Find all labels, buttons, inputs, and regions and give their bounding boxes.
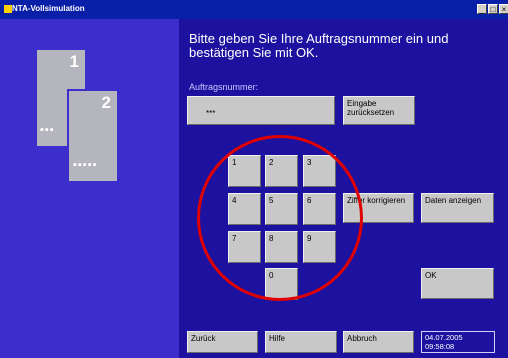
card-number: 1: [69, 52, 79, 71]
maximize-button[interactable]: □: [488, 4, 498, 14]
keypad-6[interactable]: 6: [303, 193, 336, 225]
reset-input-button[interactable]: Eingabe zurücksetzen: [343, 96, 415, 125]
show-data-button[interactable]: Daten anzeigen: [421, 193, 494, 223]
close-button[interactable]: ×: [499, 4, 508, 14]
card-dots: ▪▪▪▪▪: [73, 159, 98, 171]
date-text: 04.07.2005: [425, 333, 463, 342]
main-panel: [179, 19, 508, 358]
ok-button[interactable]: OK: [421, 268, 494, 299]
card-dots: ▪▪▪: [40, 124, 55, 136]
cancel-button[interactable]: Abbruch: [343, 331, 414, 353]
window-title: NTA-Vollsimulation: [12, 4, 85, 13]
keypad-9[interactable]: 9: [303, 231, 336, 263]
keypad-2[interactable]: 2: [265, 155, 298, 187]
instruction-text: Bitte geben Sie Ihre Auftragsnummer ein …: [189, 31, 449, 60]
keypad-8[interactable]: 8: [265, 231, 298, 263]
help-button[interactable]: Hilfe: [265, 331, 337, 353]
sidebar: [0, 19, 179, 358]
keypad-4[interactable]: 4: [228, 193, 261, 225]
correct-digit-button[interactable]: Ziffer korrigieren: [343, 193, 414, 223]
keypad-7[interactable]: 7: [228, 231, 261, 263]
keypad-1[interactable]: 1: [228, 155, 261, 187]
datetime-display: 04.07.2005 09:58:08: [421, 331, 495, 353]
order-number-label: Auftragsnummer:: [189, 82, 259, 92]
card-number: 2: [101, 93, 111, 112]
minimize-button[interactable]: _: [477, 4, 487, 14]
app-icon: [4, 5, 12, 13]
order-number-field[interactable]: ***: [187, 96, 335, 125]
time-text: 09:58:08: [425, 342, 455, 351]
card-icon: 2 ▪▪▪▪▪: [67, 89, 119, 183]
title-bar: NTA-Vollsimulation _ □ ×: [0, 0, 508, 19]
keypad-3[interactable]: 3: [303, 155, 336, 187]
back-button[interactable]: Zurück: [187, 331, 258, 353]
keypad-5[interactable]: 5: [265, 193, 298, 225]
keypad-0[interactable]: 0: [265, 268, 298, 300]
